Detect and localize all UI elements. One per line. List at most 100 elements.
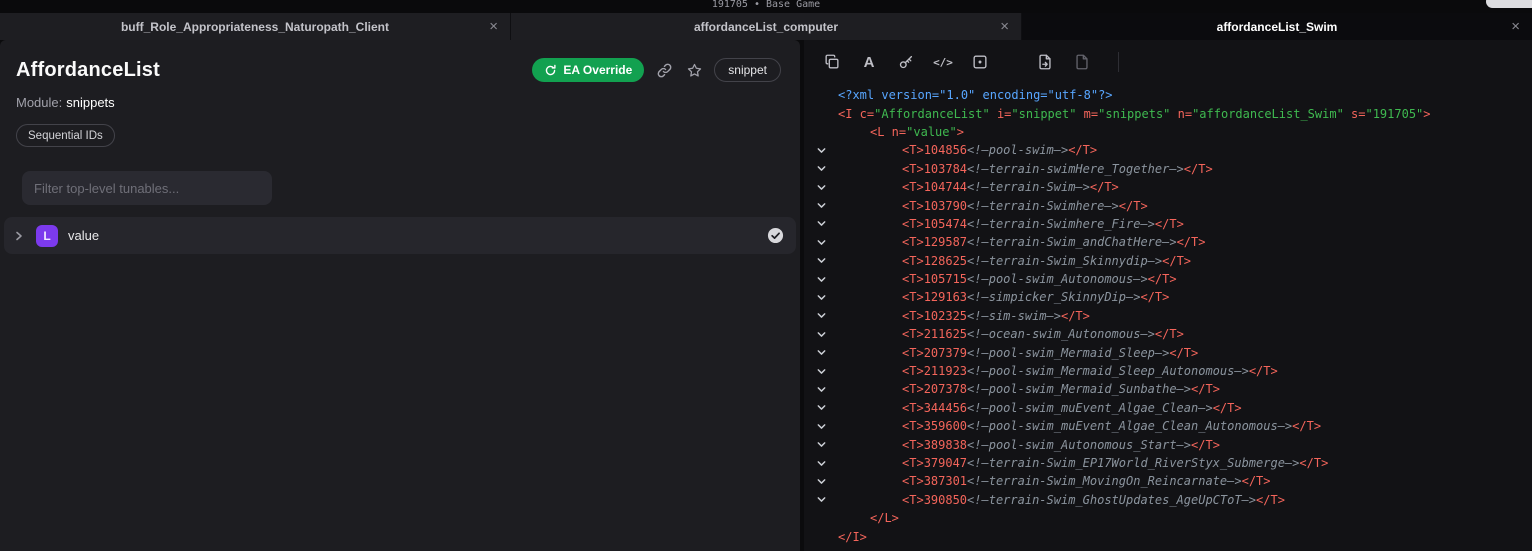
- collapse-chevron-icon[interactable]: [816, 255, 838, 266]
- code-text: <T>211923<!—pool-swim_Mermaid_Sleep_Auto…: [838, 364, 1278, 378]
- ea-override-label: EA Override: [563, 63, 632, 77]
- tab-buff_Role_Appropriateness_Naturopath_Client[interactable]: buff_Role_Appropriateness_Naturopath_Cli…: [0, 13, 511, 40]
- code-text: <L n="value">: [838, 125, 964, 139]
- key-icon[interactable]: [896, 52, 916, 72]
- collapse-chevron-icon[interactable]: [816, 329, 838, 340]
- tab-label: buff_Role_Appropriateness_Naturopath_Cli…: [121, 20, 389, 34]
- list-type-badge: L: [36, 225, 58, 247]
- code-line: <T>104744<!—terrain-Swim—></T>: [804, 178, 1532, 196]
- code-line: <T>207379<!—pool-swim_Mermaid_Sleep—></T…: [804, 343, 1532, 361]
- tab-affordanceList_computer[interactable]: affordanceList_computer×: [511, 13, 1022, 40]
- collapse-chevron-icon[interactable]: [816, 421, 838, 432]
- collapse-chevron-icon[interactable]: [816, 384, 838, 395]
- code-line: <T>103784<!—terrain-swimHere_Together—><…: [804, 160, 1532, 178]
- sync-icon: [544, 64, 557, 77]
- code-line: </L>: [804, 509, 1532, 527]
- panel-header: AffordanceList EA Override: [0, 40, 800, 82]
- code-line: <?xml version="1.0" encoding="utf-8"?>: [804, 86, 1532, 104]
- code-text: <?xml version="1.0" encoding="utf-8"?>: [838, 88, 1113, 102]
- link-icon[interactable]: [654, 60, 674, 80]
- collapse-chevron-icon[interactable]: [816, 274, 838, 285]
- tab-bar: buff_Role_Appropriateness_Naturopath_Cli…: [0, 13, 1532, 40]
- embed-icon[interactable]: [970, 52, 990, 72]
- value-row-label: value: [68, 228, 99, 243]
- collapse-chevron-icon[interactable]: [816, 145, 838, 156]
- tab-label: affordanceList_Swim: [1217, 20, 1338, 34]
- code-text: <T>390850<!—terrain-Swim_GhostUpdates_Ag…: [838, 493, 1285, 507]
- collapse-chevron-icon[interactable]: [816, 292, 838, 303]
- file-export-icon[interactable]: [1035, 52, 1055, 72]
- code-text: <T>103790<!—terrain-Swimhere—></T>: [838, 199, 1148, 213]
- check-circle-icon[interactable]: [767, 227, 784, 244]
- code-text: <T>359600<!—pool-swim_muEvent_Algae_Clea…: [838, 419, 1321, 433]
- titlebar-text: 191705 • Base Game: [712, 0, 820, 13]
- tab-affordanceList_Swim[interactable]: affordanceList_Swim ×: [1022, 13, 1532, 40]
- code-line: <T>211923<!—pool-swim_Mermaid_Sleep_Auto…: [804, 362, 1532, 380]
- code-text: <T>344456<!—pool-swim_muEvent_Algae_Clea…: [838, 401, 1242, 415]
- collapse-chevron-icon[interactable]: [816, 347, 838, 358]
- code-text: <T>105715<!—pool-swim_Autonomous—></T>: [838, 272, 1177, 286]
- collapse-chevron-icon[interactable]: [816, 402, 838, 413]
- collapse-chevron-icon[interactable]: [816, 200, 838, 211]
- code-line: <T>211625<!—ocean-swim_Autonomous—></T>: [804, 325, 1532, 343]
- code-icon[interactable]: </>: [933, 52, 953, 72]
- font-icon-glyph: A: [864, 55, 875, 70]
- code-line: <T>207378<!—pool-swim_Mermaid_Sunbathe—>…: [804, 380, 1532, 398]
- code-line: </I>: [804, 527, 1532, 545]
- collapse-chevron-icon[interactable]: [816, 163, 838, 174]
- code-line: <T>104856<!—pool-swim—></T>: [804, 141, 1532, 159]
- collapse-chevron-icon[interactable]: [816, 237, 838, 248]
- copy-icon[interactable]: [822, 52, 842, 72]
- code-line: <I c="AffordanceList" i="snippet" m="sni…: [804, 104, 1532, 122]
- code-text: <T>105474<!—terrain-Swimhere_Fire—></T>: [838, 217, 1184, 231]
- collapse-chevron-icon[interactable]: [816, 439, 838, 450]
- code-line: <T>105715<!—pool-swim_Autonomous—></T>: [804, 270, 1532, 288]
- xml-panel: A </>: [804, 40, 1532, 551]
- code-line: <L n="value">: [804, 123, 1532, 141]
- code-text: <T>387301<!—terrain-Swim_MovingOn_Reinca…: [838, 474, 1271, 488]
- collapse-chevron-icon[interactable]: [816, 366, 838, 377]
- code-line: <T>128625<!—terrain-Swim_Skinnydip—></T>: [804, 252, 1532, 270]
- collapse-chevron-icon[interactable]: [816, 458, 838, 469]
- code-text: </I>: [838, 530, 867, 544]
- page-title: AffordanceList: [16, 59, 160, 82]
- filter-input[interactable]: [22, 171, 272, 205]
- titlebar-button[interactable]: [1486, 0, 1532, 8]
- expand-chevron-icon[interactable]: [12, 230, 26, 242]
- toolbar-divider: [1118, 52, 1119, 72]
- sequential-ids-button[interactable]: Sequential IDs: [16, 124, 115, 147]
- header-actions: EA Override snippet: [532, 58, 781, 82]
- code-icon-glyph: </>: [933, 57, 953, 68]
- collapse-chevron-icon[interactable]: [816, 310, 838, 321]
- code-text: <T>129163<!—simpicker_SkinnyDip—></T>: [838, 290, 1169, 304]
- collapse-chevron-icon[interactable]: [816, 494, 838, 505]
- tunable-panel: AffordanceList EA Override: [0, 40, 800, 551]
- collapse-chevron-icon[interactable]: [816, 218, 838, 229]
- code-text: <T>211625<!—ocean-swim_Autonomous—></T>: [838, 327, 1184, 341]
- code-line: <T>390850<!—terrain-Swim_GhostUpdates_Ag…: [804, 491, 1532, 509]
- tab-close-icon[interactable]: ×: [489, 18, 498, 33]
- main-content: AffordanceList EA Override: [0, 40, 1532, 551]
- tab-close-icon[interactable]: ×: [1000, 18, 1009, 33]
- code-text: <T>379047<!—terrain-Swim_EP17World_River…: [838, 456, 1328, 470]
- code-line: <T>103790<!—terrain-Swimhere—></T>: [804, 196, 1532, 214]
- collapse-chevron-icon[interactable]: [816, 182, 838, 193]
- code-text: <T>104856<!—pool-swim—></T>: [838, 143, 1097, 157]
- code-line: <T>379047<!—terrain-Swim_EP17World_River…: [804, 454, 1532, 472]
- module-value: snippets: [66, 95, 114, 110]
- file-icon[interactable]: [1072, 52, 1092, 72]
- collapse-chevron-icon[interactable]: [816, 476, 838, 487]
- code-editor[interactable]: <?xml version="1.0" encoding="utf-8"?> <I…: [804, 84, 1532, 546]
- tab-close-icon[interactable]: ×: [1511, 18, 1520, 33]
- code-toolbar: A </>: [804, 40, 1532, 84]
- code-line: <T>129587<!—terrain-Swim_andChatHere—></…: [804, 233, 1532, 251]
- star-icon[interactable]: [684, 60, 704, 80]
- code-text: <T>207378<!—pool-swim_Mermaid_Sunbathe—>…: [838, 382, 1220, 396]
- type-pill: snippet: [714, 58, 781, 82]
- code-text: <T>128625<!—terrain-Swim_Skinnydip—></T>: [838, 254, 1191, 268]
- value-row[interactable]: L value: [4, 217, 796, 254]
- code-line: <T>102325<!—sim-swim—></T>: [804, 307, 1532, 325]
- font-icon[interactable]: A: [859, 52, 879, 72]
- code-line: <T>389838<!—pool-swim_Autonomous_Start—>…: [804, 435, 1532, 453]
- ea-override-button[interactable]: EA Override: [532, 58, 644, 82]
